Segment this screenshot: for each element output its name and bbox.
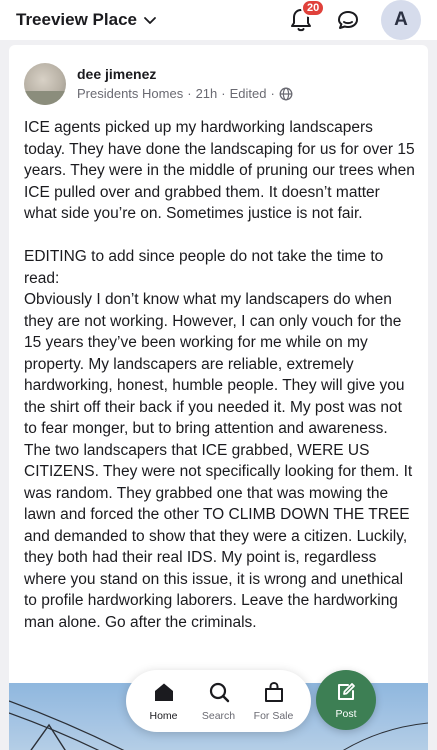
author-avatar[interactable] bbox=[24, 63, 66, 105]
post-author: dee jimenez Presidents Homes · 21h · Edi… bbox=[24, 63, 293, 105]
nav-search[interactable]: Search bbox=[194, 681, 244, 722]
post-paragraph: ICE agents picked up my hardworking land… bbox=[24, 119, 415, 222]
search-icon bbox=[209, 682, 229, 702]
bottom-nav: Home Search For Sale bbox=[126, 670, 311, 732]
globe-icon bbox=[279, 87, 293, 101]
post-meta: Presidents Homes · 21h · Edited · bbox=[77, 86, 293, 102]
author-neighborhood[interactable]: Presidents Homes bbox=[77, 86, 183, 102]
nav-for-sale-label: For Sale bbox=[253, 709, 294, 722]
post-card: dee jimenez Presidents Homes · 21h · Edi… bbox=[9, 45, 428, 750]
neighborhood-selector[interactable]: Treeview Place bbox=[16, 10, 157, 30]
post-body: ICE agents picked up my hardworking land… bbox=[24, 117, 416, 633]
edit-icon bbox=[338, 682, 355, 700]
post-paragraph: Obviously I don’t know what my landscape… bbox=[24, 291, 413, 631]
post-paragraph: EDITING to add since people do not take … bbox=[24, 248, 384, 287]
shopping-bag-icon bbox=[264, 681, 283, 702]
chevron-down-icon bbox=[144, 17, 156, 24]
chat-icon bbox=[338, 11, 358, 29]
top-bar: Treeview Place 20 A bbox=[0, 0, 437, 40]
nav-home[interactable]: Home bbox=[139, 681, 189, 722]
profile-avatar[interactable]: A bbox=[381, 0, 421, 40]
meta-separator: · bbox=[270, 86, 275, 101]
nav-for-sale[interactable]: For Sale bbox=[249, 681, 299, 722]
author-name[interactable]: dee jimenez bbox=[77, 66, 293, 82]
edited-label: Edited bbox=[229, 86, 267, 101]
home-icon bbox=[154, 683, 173, 701]
meta-separator: · bbox=[187, 86, 192, 101]
create-post-label: Post bbox=[335, 707, 357, 720]
messages-button[interactable] bbox=[335, 7, 361, 33]
meta-separator: · bbox=[221, 86, 226, 101]
nav-search-label: Search bbox=[201, 709, 236, 722]
notification-badge: 20 bbox=[301, 0, 326, 17]
nav-home-label: Home bbox=[149, 709, 178, 722]
create-post-button[interactable]: Post bbox=[316, 670, 376, 730]
neighborhood-name: Treeview Place bbox=[16, 10, 137, 29]
notifications-button[interactable]: 20 bbox=[287, 0, 326, 35]
post-age: 21h bbox=[195, 86, 218, 101]
